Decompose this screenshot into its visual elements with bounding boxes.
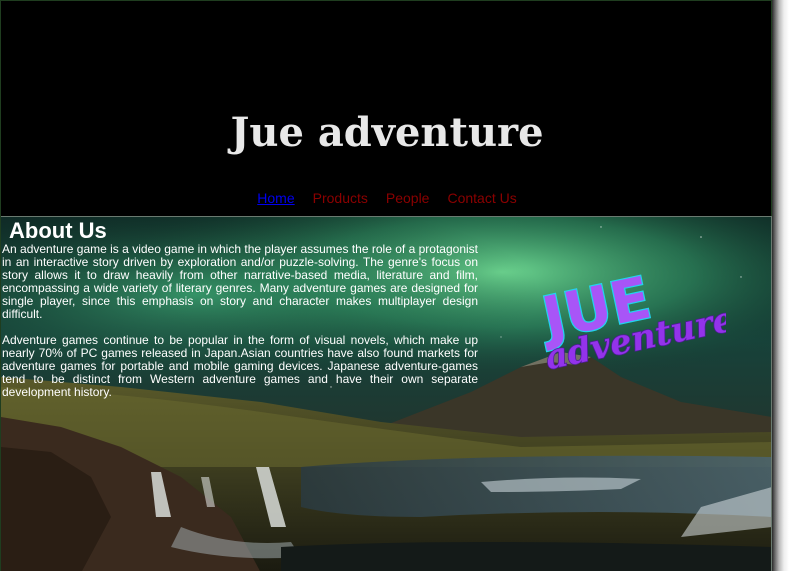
site-title: Jue adventure — [230, 109, 544, 156]
right-edge-shadow — [772, 0, 789, 571]
nav-products-link[interactable]: Products — [313, 190, 368, 206]
about-paragraph: Adventure games continue to be popular i… — [2, 333, 478, 399]
about-title: About Us — [9, 218, 107, 243]
about-section: About Us An adventure game is a video ga… — [1, 216, 772, 571]
jue-adventure-logo: JUE adventure — [531, 262, 726, 372]
nav-people-link[interactable]: People — [386, 190, 430, 206]
nav-contact-link[interactable]: Contact Us — [447, 190, 516, 206]
about-text: An adventure game is a video game in whi… — [2, 243, 478, 412]
nav-home-link[interactable]: Home — [257, 190, 294, 206]
about-paragraph: An adventure game is a video game in whi… — [2, 242, 478, 321]
page-root: Jue adventure Home Products People Conta… — [0, 0, 772, 571]
main-nav: Home Products People Contact Us — [1, 190, 773, 206]
